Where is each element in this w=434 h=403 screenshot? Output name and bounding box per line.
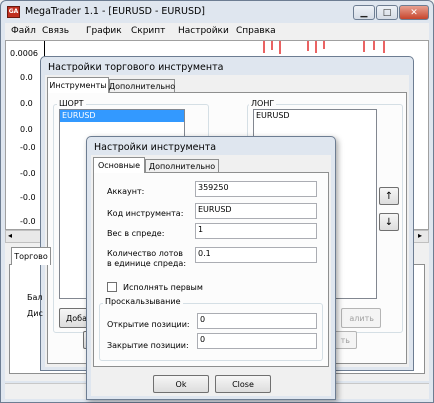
- long-group-label: ЛОНГ: [249, 99, 277, 108]
- short-list-item[interactable]: EURUSD: [60, 110, 184, 122]
- long-secondary-label: ть: [340, 335, 350, 345]
- y-label: -0.0: [20, 169, 36, 178]
- menu-script[interactable]: Скрипт: [131, 26, 165, 36]
- move-up-button[interactable]: ↑: [379, 187, 399, 205]
- minimize-icon: ▁: [360, 7, 368, 18]
- lots-label-line1: Количество лотов: [107, 249, 184, 258]
- move-down-button[interactable]: ↓: [379, 213, 399, 231]
- short-group-label: ШОРТ: [57, 99, 86, 108]
- tab-additional-label: Дополнительно: [108, 82, 176, 91]
- arrow-down-icon: ↓: [384, 216, 394, 228]
- short-item-label: EURUSD: [62, 111, 96, 120]
- app-icon: GA: [7, 6, 20, 18]
- maximize-button[interactable]: □: [376, 5, 398, 20]
- close-button[interactable]: Close: [215, 375, 271, 393]
- tab-trading[interactable]: Торгово: [11, 247, 51, 265]
- open-position-label: Открытие позиции:: [107, 320, 190, 329]
- slippage-group: [99, 303, 323, 361]
- menu-bar: Файл Связь График Скрипт Настройки Справ…: [5, 23, 429, 40]
- chart-red-spikes: [263, 41, 385, 54]
- y-label: 0.0: [20, 99, 33, 108]
- y-label: -0.0: [20, 143, 36, 152]
- instrument-dialog-title: Настройки инструмента: [94, 142, 217, 153]
- close-button-label: Close: [232, 379, 254, 389]
- instrument-settings-title: Настройки торгового инструмента: [48, 62, 224, 73]
- dis-label: Дис: [27, 309, 43, 318]
- tab-instruments[interactable]: Инструменты: [47, 77, 109, 93]
- menu-settings[interactable]: Настройки: [178, 26, 229, 36]
- close-window-button[interactable]: ✕: [399, 5, 429, 20]
- y-label: -0.0: [20, 217, 36, 226]
- account-field[interactable]: 359250: [195, 181, 317, 197]
- instrument-code-label: Код инструмента:: [107, 209, 184, 218]
- add-short-label: Доба: [66, 313, 87, 323]
- scroll-right-icon[interactable]: ▸: [418, 231, 422, 240]
- lots-field[interactable]: 0.1: [195, 247, 317, 263]
- scroll-left-icon[interactable]: ◂: [8, 231, 12, 240]
- long-list-item[interactable]: EURUSD: [256, 110, 290, 122]
- instrument-code-field[interactable]: EURUSD: [195, 203, 317, 219]
- instrument-dialog: Настройки инструмента Основные Дополните…: [86, 136, 336, 400]
- arrow-up-icon: ↑: [384, 190, 394, 202]
- spread-weight-field[interactable]: 1: [195, 223, 317, 239]
- y-label: 0.0: [20, 125, 33, 134]
- close-position-field[interactable]: 0: [197, 333, 317, 349]
- tab-advanced[interactable]: Дополнительно: [145, 159, 219, 173]
- maximize-icon: □: [382, 7, 392, 18]
- main-title-bar[interactable]: GA MegaTrader 1.1 - [EURUSD - EURUSD] ▁ …: [1, 1, 433, 23]
- y-label: 0.0: [20, 73, 33, 82]
- spread-weight-label: Вес в спреде:: [107, 229, 165, 238]
- account-label: Аккаунт:: [107, 187, 145, 196]
- execute-first-label: Исполнять первым: [123, 283, 203, 292]
- close-position-label: Закрытие позиции:: [107, 341, 189, 350]
- tab-basic[interactable]: Основные: [93, 157, 145, 173]
- tab-additional[interactable]: Дополнительно: [109, 79, 175, 93]
- menu-chart[interactable]: График: [86, 26, 122, 36]
- balance-label: Бал: [27, 293, 43, 302]
- y-label: -0.0: [20, 193, 36, 202]
- y-label: 0.0006: [10, 49, 38, 58]
- menu-file[interactable]: Файл: [11, 26, 36, 36]
- menu-connection[interactable]: Связь: [42, 26, 69, 36]
- remove-long-button: алить: [341, 308, 381, 328]
- ok-button-label: Ok: [175, 379, 187, 389]
- tab-trading-label: Торгово: [14, 252, 48, 261]
- tab-instruments-label: Инструменты: [49, 81, 107, 90]
- menu-help[interactable]: Справка: [236, 26, 276, 36]
- remove-long-label: алить: [349, 313, 374, 323]
- open-position-field[interactable]: 0: [197, 313, 317, 329]
- ok-button[interactable]: Ok: [153, 375, 209, 393]
- slippage-group-label: Проскальзывание: [103, 297, 183, 306]
- tab-basic-label: Основные: [97, 161, 140, 170]
- execute-first-checkbox[interactable]: [107, 282, 117, 292]
- close-icon: ✕: [410, 7, 418, 18]
- long-item-label: EURUSD: [256, 111, 290, 120]
- lots-label-line2: в единице спреда:: [107, 259, 187, 268]
- tab-advanced-label: Дополнительно: [148, 162, 216, 171]
- main-window-title: MegaTrader 1.1 - [EURUSD - EURUSD]: [25, 6, 205, 17]
- minimize-button[interactable]: ▁: [353, 5, 375, 20]
- instrument-dialog-body: Основные Дополнительно Аккаунт: 359250 К…: [91, 155, 331, 396]
